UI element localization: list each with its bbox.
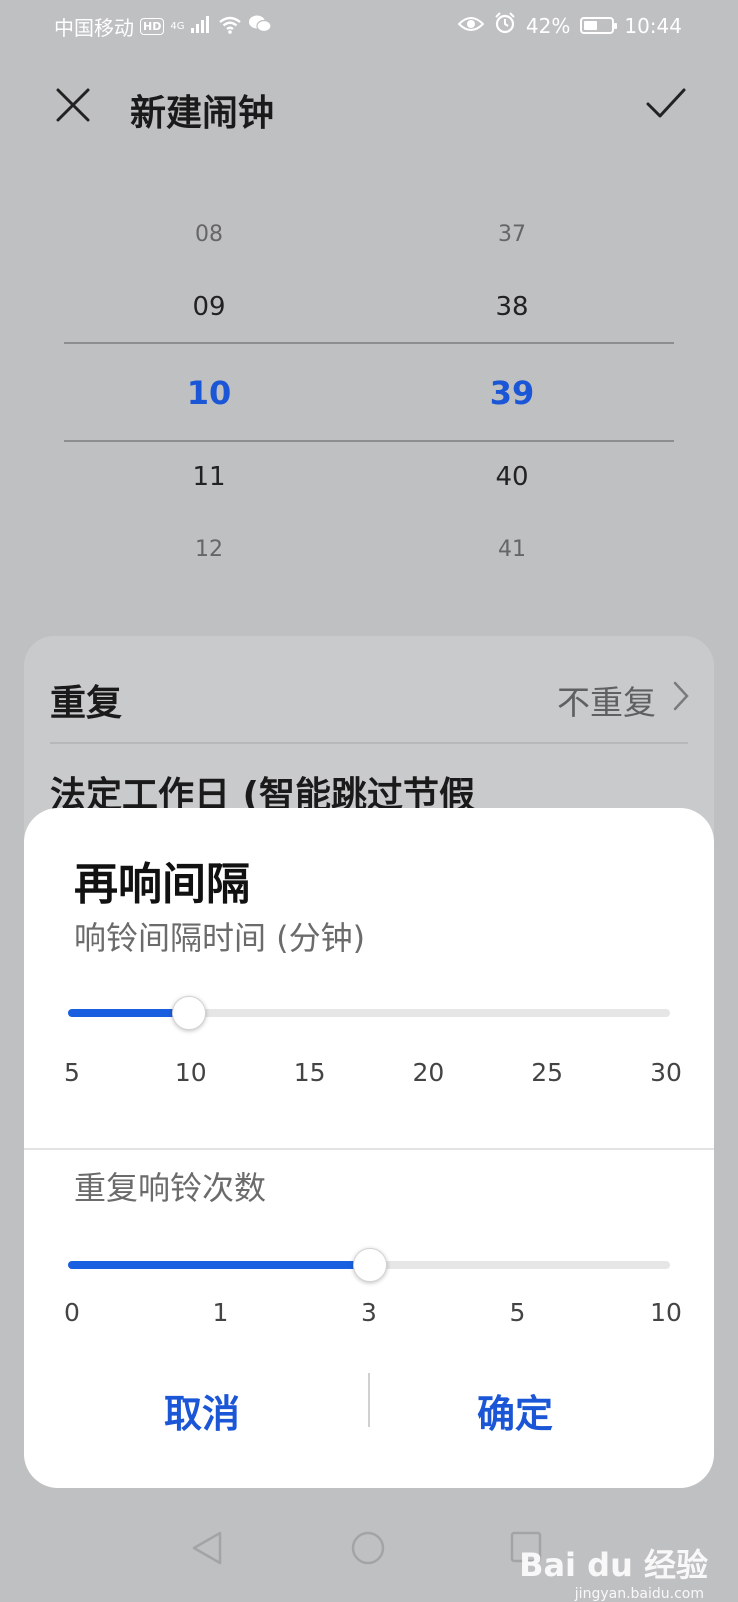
count-tick-label: 0	[64, 1298, 80, 1327]
wechat-icon	[248, 14, 273, 39]
section-divider	[24, 1148, 714, 1150]
hd-badge: HD	[140, 18, 165, 35]
chevron-right-icon	[673, 681, 689, 711]
interval-tick-label: 5	[64, 1058, 80, 1087]
count-slider[interactable]	[68, 1248, 670, 1282]
repeat-label[interactable]: 重复	[50, 674, 122, 726]
snooze-dialog: 再响间隔 响铃间隔时间 (分钟) 5 10 15 20 25 30 重复响铃次数 0 1 3 5…	[24, 808, 714, 1488]
minute-item[interactable]: 40	[437, 462, 587, 492]
repeat-value[interactable]: 不重复	[557, 676, 656, 724]
button-separator	[368, 1373, 370, 1427]
interval-tick-label: 25	[531, 1058, 564, 1087]
count-slider-thumb[interactable]	[353, 1248, 387, 1282]
wifi-icon	[218, 15, 242, 39]
hour-selected[interactable]: 10	[134, 374, 284, 412]
picker-top-line	[64, 342, 674, 344]
interval-slider-thumb[interactable]	[172, 996, 207, 1030]
interval-tick-label: 30	[650, 1058, 682, 1087]
interval-slider-fill	[68, 1009, 189, 1017]
minute-item[interactable]: 41	[437, 537, 587, 562]
eye-comfort-icon	[457, 14, 485, 38]
network-type: 4G	[170, 21, 185, 32]
interval-tick-label: 10	[174, 1058, 207, 1087]
alarm-icon	[494, 12, 516, 39]
count-tick-label: 1	[212, 1298, 229, 1327]
home-icon[interactable]	[350, 1530, 386, 1566]
count-tick-label: 5	[509, 1298, 526, 1327]
time-picker[interactable]: 08 09 10 11 12 37 38 39 40 41	[64, 200, 674, 600]
confirm-check-icon[interactable]	[646, 86, 686, 122]
dialog-title: 再响间隔	[74, 859, 250, 910]
minute-item[interactable]: 37	[437, 222, 587, 247]
interval-label: 响铃间隔时间 (分钟)	[74, 919, 366, 957]
count-tick-label: 3	[361, 1298, 377, 1327]
hour-item[interactable]: 12	[134, 537, 284, 562]
hour-item[interactable]: 08	[134, 222, 284, 247]
hour-item[interactable]: 09	[134, 292, 284, 322]
baidu-watermark: Bai du 经验 jingyan.baidu.com	[519, 1540, 708, 1602]
signal-icon	[190, 15, 212, 39]
interval-slider[interactable]	[68, 996, 670, 1030]
battery-icon	[580, 17, 618, 34]
count-ticks: 0 1 3 5 10	[56, 1298, 682, 1332]
count-label: 重复响铃次数	[74, 1169, 267, 1207]
header: 新建闹钟	[0, 72, 738, 142]
divider	[50, 742, 688, 744]
carrier-name: 中国移动	[54, 16, 134, 40]
status-bar: 中国移动 HD 4G 42% 10:44	[0, 0, 738, 52]
battery-percent: 42%	[525, 13, 571, 38]
minute-item[interactable]: 38	[437, 292, 587, 322]
confirm-button[interactable]: 确定	[477, 1383, 553, 1438]
cancel-button[interactable]: 取消	[164, 1383, 240, 1438]
watermark-logo: Bai du 经验	[519, 1546, 708, 1584]
back-icon[interactable]	[190, 1530, 224, 1566]
count-slider-fill	[68, 1261, 369, 1269]
count-tick-label: 10	[650, 1298, 682, 1327]
interval-tick-label: 15	[293, 1058, 326, 1087]
interval-ticks: 5 10 15 20 25 30	[56, 1058, 682, 1092]
picker-bottom-line	[64, 440, 674, 442]
page-title: 新建闹钟	[130, 93, 275, 134]
hour-item[interactable]: 11	[134, 462, 284, 492]
minute-selected[interactable]: 39	[437, 374, 587, 412]
interval-tick-label: 20	[412, 1058, 445, 1087]
clock-time: 10:44	[624, 13, 682, 38]
close-icon[interactable]	[54, 86, 92, 124]
